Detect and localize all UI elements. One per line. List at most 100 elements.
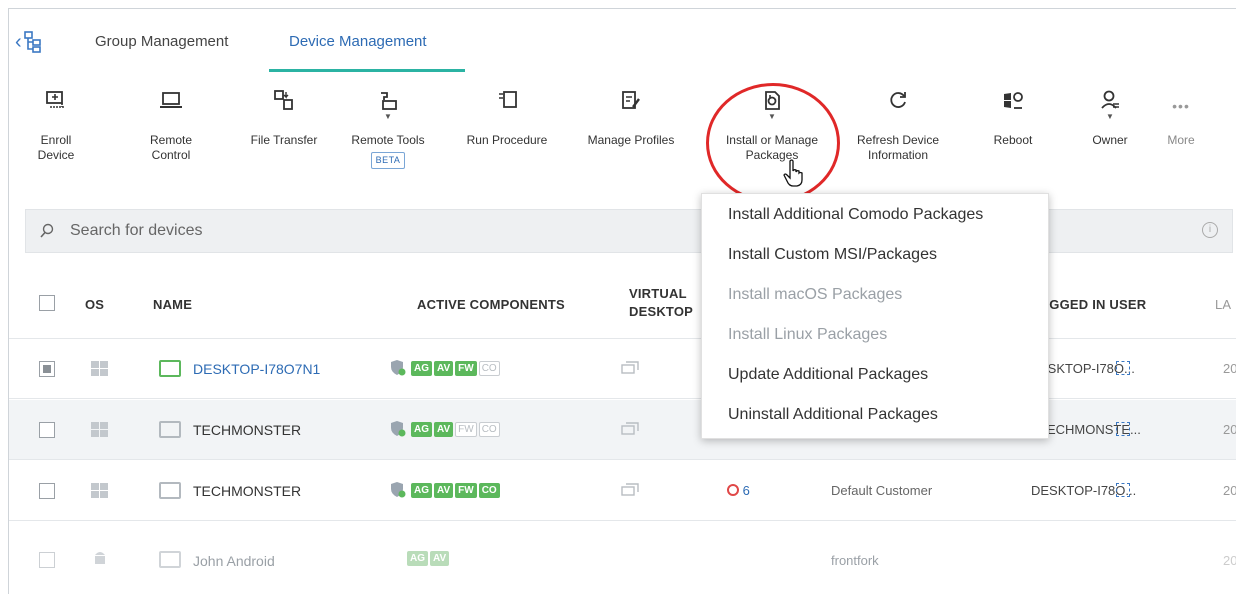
customer: Default Customer [831, 483, 933, 498]
alerts-count[interactable]: 6 [727, 483, 750, 498]
active-components: AG AV FW CO [389, 481, 500, 499]
owner-label: Owner [1092, 133, 1128, 147]
alerts-value: 6 [742, 483, 750, 498]
shield-icon [391, 482, 406, 498]
manage-profiles-button[interactable]: Manage Profiles [579, 89, 683, 148]
row-checkbox[interactable] [39, 422, 55, 438]
manage-profiles-label: Manage Profiles [587, 133, 675, 147]
row-checkbox[interactable] [39, 552, 55, 568]
active-components: AG AV FW CO [389, 420, 500, 438]
enroll-device-label: Enroll Device [37, 133, 75, 162]
table-row[interactable]: TECHMONSTER AG AV FW CO 6 Default Custom… [9, 461, 1236, 521]
row-checkbox[interactable] [39, 361, 55, 377]
last-seen: 202 [1223, 483, 1236, 498]
more-label: More [1167, 133, 1195, 147]
column-active-components[interactable]: ACTIVE COMPONENTS [417, 297, 565, 312]
tab-group-management[interactable]: Group Management [95, 33, 228, 50]
device-management-window: ‹ Group Management Device Management Enr… [8, 8, 1236, 594]
fw-badge: FW [455, 482, 477, 498]
chevron-left-icon: ‹ [15, 31, 22, 53]
active-tab-indicator [269, 69, 465, 72]
column-logged-in-user[interactable]: OGGED IN USER [1039, 297, 1146, 312]
menu-item-uninstall-packages[interactable]: Uninstall Additional Packages [728, 406, 938, 424]
menu-item-install-linux-packages: Install Linux Packages [728, 326, 888, 343]
owner-button[interactable]: ▼ Owner [1085, 89, 1135, 148]
co-badge: CO [478, 482, 500, 498]
remote-tools-label: Remote Tools [351, 133, 425, 147]
shield-icon [391, 421, 406, 437]
hand-cursor-icon [783, 159, 803, 187]
menu-item-install-custom-msi[interactable]: Install Custom MSI/Packages [728, 246, 937, 264]
av-badge: AV [434, 482, 454, 498]
remote-tools-button[interactable]: ▼ Remote Tools BETA [351, 89, 425, 169]
monitor-icon [159, 360, 181, 377]
owner-icon [1101, 90, 1119, 109]
column-last[interactable]: LA [1215, 297, 1231, 312]
table-row[interactable]: John Android AG AV frontfork 202 [9, 522, 1236, 582]
caret-down-icon: ▼ [384, 112, 392, 121]
reboot-button[interactable]: Reboot [987, 89, 1039, 148]
column-virtual-desktop-line1[interactable]: VIRTUAL [629, 286, 687, 301]
info-icon[interactable]: i [1202, 222, 1218, 238]
reboot-icon [1004, 92, 1023, 109]
copy-icon[interactable] [1116, 483, 1130, 497]
menu-item-update-packages[interactable]: Update Additional Packages [728, 366, 928, 384]
highlight-circle [706, 83, 840, 203]
device-name-link[interactable]: DESKTOP-I78O7N1 [193, 361, 320, 377]
manage-profiles-icon [622, 91, 640, 109]
device-name[interactable]: TECHMONSTER [193, 483, 301, 499]
co-badge: CO [478, 421, 500, 437]
collapse-tree-button[interactable]: ‹ [15, 27, 55, 57]
refresh-device-information-label: Refresh Device Information [856, 133, 940, 162]
windows-icon [91, 361, 109, 377]
windows-icon [91, 422, 109, 438]
av-badge: AV [434, 360, 454, 376]
search-input[interactable]: Search for devices [70, 222, 203, 240]
run-procedure-button[interactable]: Run Procedure [461, 89, 553, 148]
reboot-label: Reboot [993, 133, 1033, 147]
monitor-icon [159, 421, 181, 438]
av-badge: AV [434, 421, 454, 437]
virtual-desktop-icon [621, 422, 639, 435]
active-components: AG AV FW CO [389, 359, 500, 377]
file-transfer-button[interactable]: File Transfer [249, 89, 319, 148]
refresh-device-information-button[interactable]: Refresh Device Information [851, 89, 945, 163]
fw-badge: FW [455, 421, 477, 437]
tree-icon [23, 31, 41, 53]
virtual-desktop-icon [621, 361, 639, 374]
tab-device-management[interactable]: Device Management [289, 33, 427, 50]
column-os[interactable]: OS [85, 297, 104, 312]
menu-item-install-macos-packages: Install macOS Packages [728, 286, 903, 303]
toolbar: Enroll Device Remote Control File Transf… [9, 75, 1236, 195]
caret-down-icon: ▼ [1106, 112, 1114, 121]
last-seen: 202 [1223, 553, 1236, 568]
device-name[interactable]: TECHMONSTER [193, 422, 301, 438]
monitor-icon [159, 482, 181, 499]
table-row[interactable]: TECHMONSTER AG AV FW CO 3 frontfork TECH… [9, 400, 1236, 460]
more-button[interactable]: ••• More [1161, 89, 1201, 148]
copy-icon[interactable] [1116, 422, 1130, 436]
error-icon [727, 484, 739, 496]
device-table-header: OS NAME ACTIVE COMPONENTS VIRTUAL DESKTO… [9, 271, 1236, 339]
device-search[interactable]: Search for devices i [25, 209, 1233, 253]
fw-badge: FW [455, 360, 477, 376]
virtual-desktop-icon [621, 483, 639, 496]
menu-item-install-comodo-packages[interactable]: Install Additional Comodo Packages [728, 206, 983, 224]
table-row[interactable]: DESKTOP-I78O7N1 AG AV FW CO ESKTOP-I78O.… [9, 339, 1236, 399]
select-all-checkbox[interactable] [39, 295, 55, 311]
windows-icon [91, 483, 109, 499]
column-name[interactable]: NAME [153, 297, 192, 312]
remote-control-label: Remote Control [149, 133, 193, 162]
av-badge: AV [430, 551, 450, 566]
remote-tools-icon [381, 92, 397, 110]
remote-control-button[interactable]: Remote Control [129, 89, 213, 163]
device-name[interactable]: John Android [193, 553, 275, 569]
run-procedure-label: Run Procedure [466, 133, 548, 147]
beta-badge: BETA [370, 152, 406, 169]
enroll-device-icon [46, 91, 64, 108]
column-virtual-desktop-line2[interactable]: DESKTOP [629, 304, 693, 319]
ag-badge: AG [411, 482, 432, 498]
copy-icon[interactable] [1116, 361, 1130, 375]
row-checkbox[interactable] [39, 483, 55, 499]
enroll-device-button[interactable]: Enroll Device [23, 89, 89, 163]
